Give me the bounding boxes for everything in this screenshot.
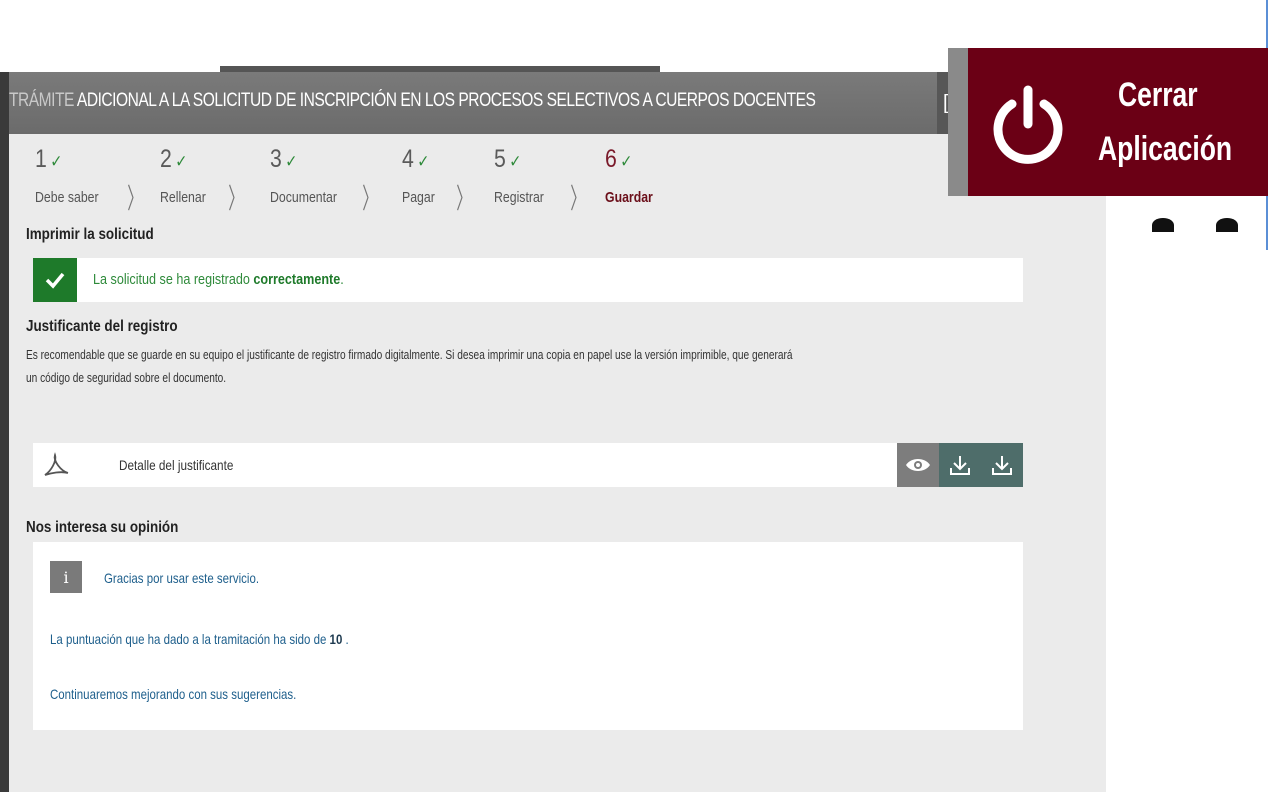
- info-icon: i: [50, 561, 82, 593]
- eye-icon: [906, 459, 930, 471]
- thanks-message: Gracias por usar este servicio.: [104, 570, 260, 586]
- receipt-text-line-1: Es recomendable que se guarde en su equi…: [26, 347, 793, 362]
- decorative-shape: [1152, 218, 1174, 232]
- step-label: Guardar: [605, 189, 653, 206]
- close-label-line-2: Aplicación: [1098, 130, 1233, 168]
- document-name: Detalle del justificante: [119, 457, 234, 473]
- check-icon: [33, 258, 77, 302]
- score-value: 10: [329, 631, 343, 647]
- check-icon: ✓: [509, 152, 522, 171]
- step-number: 2 ✓: [160, 145, 188, 173]
- download-icon: [992, 456, 1012, 475]
- download-printable-button[interactable]: [981, 443, 1023, 487]
- receipt-text-line-2: un código de seguridad sobre el document…: [26, 370, 227, 385]
- step-label: Registrar: [494, 189, 544, 206]
- title-bar: TRÁMITE ADICIONAL A LA SOLICITUD DE INSC…: [9, 72, 1106, 134]
- step-number: 3 ✓: [270, 145, 298, 173]
- check-icon: ✓: [50, 152, 63, 171]
- check-icon: ✓: [620, 152, 633, 171]
- check-icon: ✓: [285, 152, 298, 171]
- view-button[interactable]: [897, 443, 939, 487]
- step-label: Pagar: [402, 189, 435, 206]
- step-label: Documentar: [270, 189, 337, 206]
- step-debe-saber[interactable]: 1 ✓ Debe saber 〉: [35, 145, 165, 214]
- score-message: La puntuación que ha dado a la tramitaci…: [50, 631, 349, 647]
- success-message: La solicitud se ha registrado correctame…: [93, 271, 344, 288]
- step-guardar[interactable]: 6 ✓ Guardar: [605, 145, 735, 206]
- chevron-right-icon: 〉: [456, 183, 472, 214]
- step-number: 6 ✓: [605, 145, 633, 173]
- pdf-icon: [44, 452, 69, 476]
- close-application-button[interactable]: Cerrar Aplicación: [948, 48, 1268, 196]
- step-label: Rellenar: [160, 189, 206, 206]
- panel-edge: [948, 48, 968, 196]
- print-heading: Imprimir la solicitud: [26, 226, 154, 243]
- step-number: 5 ✓: [494, 145, 522, 173]
- chevron-right-icon: 〉: [228, 183, 244, 214]
- document-row: Detalle del justificante: [33, 443, 1023, 487]
- title-rest: ADICIONAL A LA SOLICITUD DE INSCRIPCIÓN …: [76, 90, 816, 111]
- check-icon: ✓: [175, 152, 188, 171]
- opinion-heading: Nos interesa su opinión: [26, 519, 179, 536]
- close-label-line-1: Cerrar: [1118, 76, 1198, 114]
- title-prefix: TRÁMITE: [9, 90, 77, 111]
- right-blank-area: [1108, 226, 1273, 792]
- chevron-right-icon: 〉: [362, 183, 378, 214]
- download-icon: [950, 456, 970, 475]
- closing-message: Continuaremos mejorando con sus sugerenc…: [50, 686, 297, 702]
- step-label: Debe saber: [35, 189, 99, 206]
- check-icon: ✓: [417, 152, 430, 171]
- page-title: TRÁMITE ADICIONAL A LA SOLICITUD DE INSC…: [9, 90, 816, 112]
- decorative-shape: [1216, 218, 1238, 232]
- chevron-right-icon: 〉: [127, 183, 143, 214]
- step-number: 1 ✓: [35, 145, 63, 173]
- download-button[interactable]: [939, 443, 981, 487]
- opinion-panel: i Gracias por usar este servicio. La pun…: [33, 542, 1023, 730]
- chevron-right-icon: 〉: [570, 183, 586, 214]
- receipt-heading: Justificante del registro: [26, 318, 178, 335]
- power-icon: [993, 85, 1063, 164]
- step-documentar[interactable]: 3 ✓ Documentar 〉: [270, 145, 400, 214]
- success-alert: La solicitud se ha registrado correctame…: [33, 258, 1023, 302]
